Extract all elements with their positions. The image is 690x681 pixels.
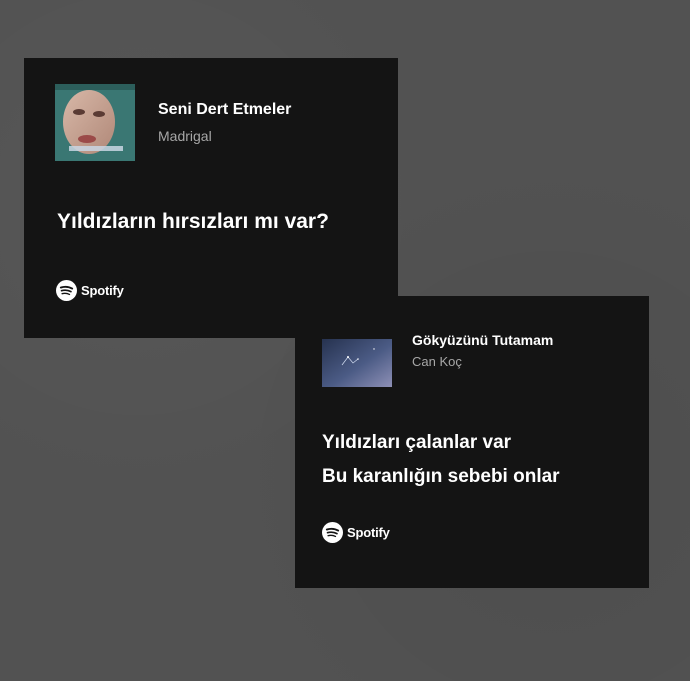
lyrics-card-gokyuzunu-tutamam[interactable]: Gökyüzünü Tutamam Can Koç Yıldızları çal… bbox=[295, 296, 649, 588]
lyric-line: Bu karanlığın sebebi onlar bbox=[322, 466, 560, 487]
song-title: Seni Dert Etmeler bbox=[158, 101, 292, 118]
artist-name: Can Koç bbox=[412, 354, 462, 369]
album-art bbox=[322, 339, 392, 387]
song-title: Gökyüzünü Tutamam bbox=[412, 332, 554, 348]
spotify-wordmark: Spotify bbox=[81, 283, 124, 298]
spotify-logo-icon bbox=[322, 522, 343, 543]
lyrics-text: Yıldızların hırsızları mı var? bbox=[57, 210, 329, 234]
spotify-logo-icon bbox=[56, 280, 77, 301]
album-art-sky-icon bbox=[322, 339, 392, 387]
spotify-brand: Spotify bbox=[322, 522, 390, 543]
lyric-line: Yıldızların hırsızları mı var? bbox=[57, 210, 329, 233]
lyrics-text: Yıldızları çalanlar var Bu karanlığın se… bbox=[322, 426, 560, 494]
lyric-line: Yıldızları çalanlar var bbox=[322, 432, 512, 453]
spotify-wordmark: Spotify bbox=[347, 525, 390, 540]
album-art bbox=[55, 84, 135, 161]
spotify-brand: Spotify bbox=[56, 280, 124, 301]
album-art-portrait-icon bbox=[55, 84, 135, 161]
artist-name: Madrigal bbox=[158, 128, 212, 144]
